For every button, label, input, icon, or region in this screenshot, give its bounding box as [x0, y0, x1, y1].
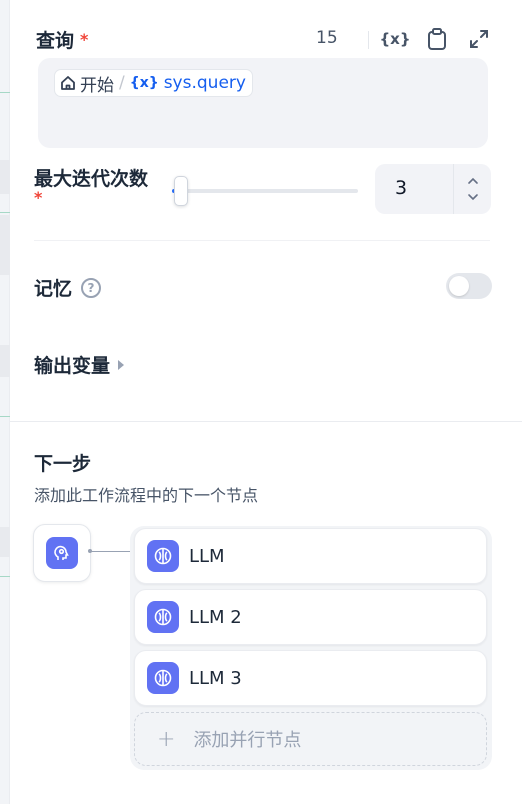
help-icon[interactable]: ?	[81, 277, 102, 298]
next-node-name: LLM 2	[189, 606, 242, 628]
plus-icon: +	[157, 726, 176, 752]
next-step-description: 添加此工作流程中的下一个节点	[34, 486, 259, 505]
output-variables-label: 输出变量	[34, 355, 111, 377]
chip-separator: /	[119, 73, 125, 93]
add-parallel-label: 添加并行节点	[193, 730, 302, 751]
output-variables-row[interactable]: 输出变量	[34, 351, 125, 378]
page: 查询 * 15 {x} 开始 / {x} sys.query 最大迭代次数 * …	[0, 0, 522, 804]
llm-icon	[147, 601, 179, 633]
llm-icon	[147, 540, 179, 572]
query-label: 查询	[36, 29, 75, 52]
number-stepper	[453, 164, 491, 214]
iterations-required-mark: *	[34, 188, 43, 207]
iterations-number-input[interactable]: 3	[375, 164, 491, 214]
copy-button[interactable]	[424, 26, 450, 52]
next-nodes-group: LLM LLM 2 LLM 3 + 添加并行节点	[130, 526, 492, 770]
add-parallel-node-button[interactable]: + 添加并行节点	[134, 712, 487, 766]
node-settings-panel: 查询 * 15 {x} 开始 / {x} sys.query 最大迭代次数 * …	[10, 0, 522, 804]
next-node-name: LLM 3	[189, 667, 242, 689]
llm-icon	[147, 662, 179, 694]
chip-node-name: 开始	[80, 75, 114, 96]
iterations-label-group: 最大迭代次数 *	[34, 164, 149, 207]
memory-label: 记忆	[34, 278, 73, 300]
current-node	[33, 524, 91, 582]
query-char-count: 15	[316, 28, 338, 48]
next-node-item[interactable]: LLM 3	[134, 650, 487, 706]
next-step-title: 下一步	[34, 453, 92, 475]
query-header: 查询 * 15 {x}	[36, 24, 490, 54]
variable-chip[interactable]: 开始 / {x} sys.query	[54, 69, 253, 97]
node-connector	[88, 549, 132, 553]
next-node-item[interactable]: LLM	[134, 528, 487, 584]
chevron-down-icon[interactable]	[467, 193, 479, 201]
insert-variable-button[interactable]: {x}	[379, 26, 410, 52]
caret-right-icon	[118, 359, 125, 370]
toggle-knob	[449, 276, 469, 296]
chip-variable-name: sys.query	[163, 73, 246, 93]
iterations-label: 最大迭代次数	[34, 168, 149, 190]
iterations-value: 3	[395, 177, 408, 199]
next-node-item[interactable]: LLM 2	[134, 589, 487, 645]
divider	[34, 240, 490, 241]
variable-icon: {x}	[129, 75, 159, 91]
query-required-mark: *	[80, 29, 89, 49]
slider-thumb[interactable]	[174, 176, 188, 206]
canvas-edge	[0, 0, 10, 804]
next-node-name: LLM	[189, 545, 225, 567]
agent-node-icon	[46, 537, 78, 569]
memory-toggle[interactable]	[446, 273, 492, 299]
expand-icon	[470, 30, 488, 48]
query-input[interactable]: 开始 / {x} sys.query	[38, 58, 488, 148]
clipboard-icon	[428, 28, 446, 50]
chevron-up-icon[interactable]	[467, 177, 479, 185]
slider-track	[172, 189, 358, 193]
expand-button[interactable]	[466, 26, 492, 52]
memory-row: 记忆 ?	[34, 274, 102, 301]
header-divider	[368, 31, 369, 49]
home-icon	[60, 75, 76, 91]
section-divider	[10, 421, 522, 422]
iterations-slider[interactable]	[172, 176, 358, 206]
